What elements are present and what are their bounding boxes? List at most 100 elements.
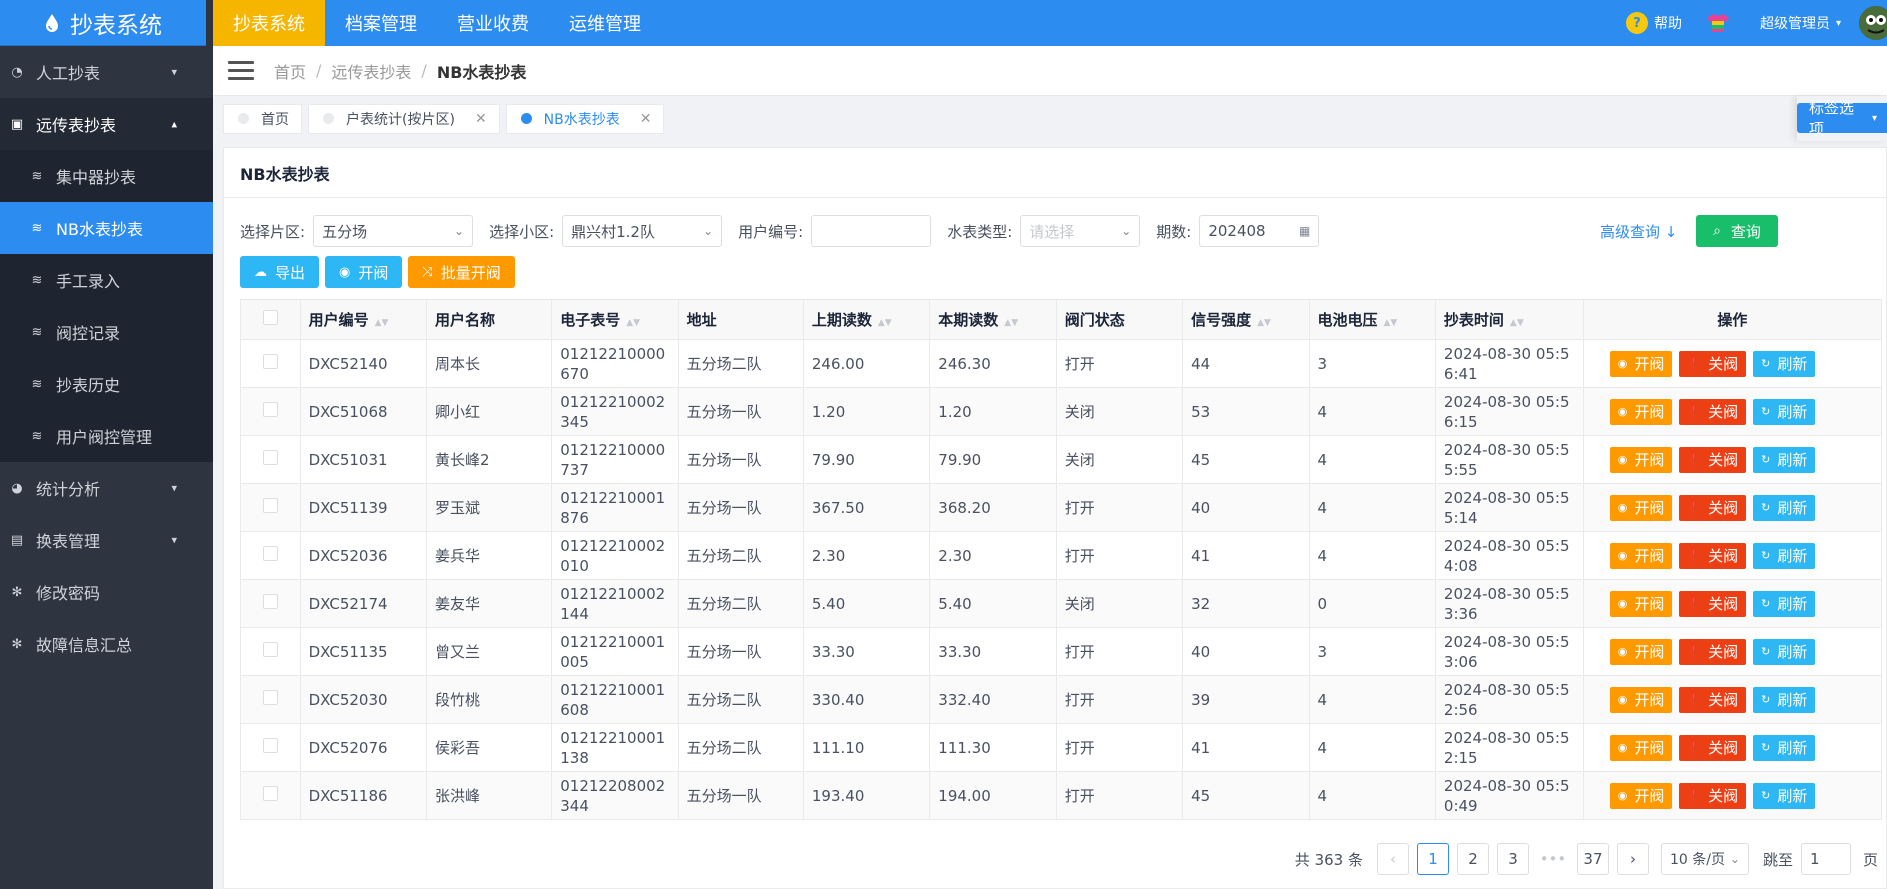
row-open-valve-button[interactable]: ◉ 开阀 (1609, 686, 1673, 713)
tab-household-stats[interactable]: 户表统计(按片区) ✕ (308, 103, 500, 134)
sort-icon[interactable]: ▲▼ (1257, 318, 1271, 328)
row-open-valve-button[interactable]: ◉ 开阀 (1609, 590, 1673, 617)
jump-input[interactable]: 1 (1800, 843, 1851, 875)
row-refresh-button[interactable]: ↻ 刷新 (1753, 446, 1816, 473)
header-meter-no[interactable]: 电子表号 ▲▼ (551, 299, 679, 340)
area-select[interactable]: 五分场 ⌄ (313, 215, 474, 247)
community-select[interactable]: 鼎兴村1.2队 ⌄ (562, 215, 723, 247)
table-row[interactable]: DXC51031 黄长峰2 01212210000737 五分场一队 79.90 79.9… (240, 435, 1883, 484)
row-close-valve-button[interactable]: ❗ 关阀 (1679, 638, 1747, 665)
row-open-valve-button[interactable]: ◉ 开阀 (1609, 734, 1673, 761)
row-close-valve-button[interactable]: ❗ 关阀 (1679, 350, 1747, 377)
sidebar-item-valve-records[interactable]: ≋ 阀控记录 (0, 306, 213, 358)
page-37[interactable]: 37 (1576, 843, 1609, 875)
row-select[interactable] (240, 723, 301, 772)
checkbox[interactable] (262, 402, 278, 417)
row-refresh-button[interactable]: ↻ 刷新 (1753, 542, 1816, 569)
row-select[interactable] (240, 579, 301, 628)
row-select[interactable] (240, 531, 301, 580)
row-close-valve-button[interactable]: ❗ 关阀 (1679, 590, 1747, 617)
user-no-input[interactable] (811, 215, 932, 247)
table-row[interactable]: DXC51186 张洪峰 01212208002344 五分场一队 193.40 194.… (240, 771, 1883, 820)
tab-home[interactable]: 首页 (223, 103, 302, 134)
table-row[interactable]: DXC52036 姜兵华 01212210002010 五分场二队 2.30 2.30 打开… (240, 531, 1883, 580)
row-select[interactable] (240, 675, 301, 724)
checkbox[interactable] (262, 642, 278, 657)
row-close-valve-button[interactable]: ❗ 关阀 (1679, 494, 1747, 521)
next-page-button[interactable]: › (1616, 843, 1649, 875)
help-link[interactable]: ? 帮助 (1625, 12, 1682, 34)
breadcrumb-parent[interactable]: 远传表抄表 (331, 59, 411, 83)
app-logo[interactable]: 抄表系统 (0, 0, 206, 46)
topnav-billing[interactable]: 营业收费 (437, 0, 549, 46)
row-refresh-button[interactable]: ↻ 刷新 (1753, 494, 1816, 521)
sidebar-item-statistics[interactable]: ◕ 统计分析 ▾ (0, 462, 213, 514)
sort-icon[interactable]: ▲▼ (1384, 318, 1398, 328)
header-user-no[interactable]: 用户编号 ▲▼ (299, 299, 428, 340)
row-open-valve-button[interactable]: ◉ 开阀 (1609, 398, 1673, 425)
header-read-time[interactable]: 抄表时间 ▲▼ (1434, 299, 1584, 340)
row-refresh-button[interactable]: ↻ 刷新 (1753, 638, 1816, 665)
row-close-valve-button[interactable]: ❗ 关阀 (1679, 686, 1747, 713)
user-name[interactable]: 超级管理员 (1760, 13, 1830, 33)
table-row[interactable]: DXC52174 姜友华 01212210002144 五分场二队 5.40 5.40 关闭… (240, 579, 1883, 628)
close-icon[interactable]: ✕ (475, 111, 487, 127)
row-select[interactable] (240, 627, 301, 676)
sort-icon[interactable]: ▲▼ (375, 318, 389, 328)
sort-icon[interactable]: ▲▼ (1004, 318, 1018, 328)
row-select[interactable] (240, 387, 301, 436)
sort-icon[interactable]: ▲▼ (878, 318, 892, 328)
checkbox[interactable] (262, 786, 278, 801)
checkbox[interactable] (262, 738, 278, 753)
checkbox[interactable] (262, 498, 278, 513)
row-close-valve-button[interactable]: ❗ 关阀 (1679, 398, 1747, 425)
batch-open-button[interactable]: ⤨ 批量开阀 (408, 256, 515, 288)
row-close-valve-button[interactable]: ❗ 关阀 (1679, 446, 1747, 473)
close-icon[interactable]: ✕ (640, 111, 652, 127)
tab-nb-reading[interactable]: NB水表抄表 ✕ (505, 103, 665, 134)
row-select[interactable] (240, 435, 301, 484)
checkbox[interactable] (262, 354, 278, 369)
breadcrumb-home[interactable]: 首页 (274, 59, 306, 83)
row-select[interactable] (240, 339, 301, 388)
sidebar-item-manual-reading[interactable]: ◔ 人工抄表 ▾ (0, 46, 213, 98)
sidebar-item-change-password[interactable]: ✻ 修改密码 (0, 566, 213, 618)
sidebar-item-nb-reading[interactable]: ≋ NB水表抄表 (0, 202, 213, 254)
sidebar-item-fault-summary[interactable]: ✻ 故障信息汇总 (0, 618, 213, 670)
table-row[interactable]: DXC51068 卿小红 01212210002345 五分场一队 1.20 1.20 关闭… (240, 387, 1883, 436)
header-last-reading[interactable]: 上期读数 ▲▼ (802, 299, 931, 340)
sidebar-item-remote-reading[interactable]: ▣ 远传表抄表 ▴ (0, 98, 213, 150)
row-select[interactable] (240, 771, 301, 820)
row-open-valve-button[interactable]: ◉ 开阀 (1609, 542, 1673, 569)
header-battery[interactable]: 电池电压 ▲▼ (1308, 299, 1436, 340)
topnav-archive[interactable]: 档案管理 (325, 0, 437, 46)
row-refresh-button[interactable]: ↻ 刷新 (1753, 734, 1816, 761)
table-row[interactable]: DXC52030 段竹桃 01212210001608 五分场二队 330.40 332.… (240, 675, 1883, 724)
export-button[interactable]: ☁ 导出 (240, 256, 320, 288)
page-1[interactable]: 1 (1416, 843, 1449, 875)
page-3[interactable]: 3 (1496, 843, 1529, 875)
page-size-select[interactable]: 10 条/页 ⌄ (1660, 843, 1749, 875)
table-row[interactable]: DXC52076 侯彩吾 01212210001138 五分场二队 111.10 111.… (240, 723, 1883, 772)
sidebar-item-reading-history[interactable]: ≋ 抄表历史 (0, 358, 213, 410)
checkbox[interactable] (262, 310, 278, 325)
query-button[interactable]: ⌕ 查询 (1696, 215, 1778, 247)
sort-icon[interactable]: ▲▼ (1510, 318, 1524, 328)
topnav-ops[interactable]: 运维管理 (549, 0, 661, 46)
row-select[interactable] (240, 483, 301, 532)
sidebar-item-concentrator-reading[interactable]: ≋ 集中器抄表 (0, 150, 213, 202)
row-refresh-button[interactable]: ↻ 刷新 (1753, 350, 1816, 377)
chevron-down-icon[interactable]: ▾ (1836, 18, 1841, 29)
prev-page-button[interactable]: ‹ (1376, 843, 1409, 875)
row-open-valve-button[interactable]: ◉ 开阀 (1609, 350, 1673, 377)
table-row[interactable]: DXC52140 周本长 01212210000670 五分场二队 246.00 246.… (240, 339, 1883, 388)
row-close-valve-button[interactable]: ❗ 关阀 (1679, 734, 1747, 761)
row-refresh-button[interactable]: ↻ 刷新 (1753, 782, 1816, 809)
tag-options-button[interactable]: 标签选项 ▾ (1797, 99, 1887, 138)
row-open-valve-button[interactable]: ◉ 开阀 (1609, 446, 1673, 473)
checkbox[interactable] (262, 594, 278, 609)
row-close-valve-button[interactable]: ❗ 关阀 (1679, 542, 1747, 569)
checkbox[interactable] (262, 450, 278, 465)
avatar[interactable] (1859, 6, 1887, 40)
row-open-valve-button[interactable]: ◉ 开阀 (1609, 494, 1673, 521)
